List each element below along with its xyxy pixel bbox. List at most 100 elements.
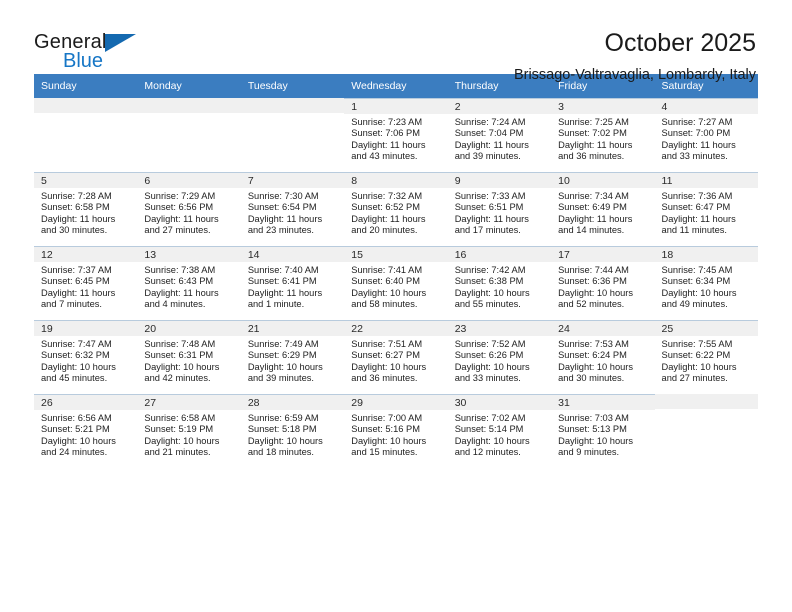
title-block: October 2025 Brissago-Valtravaglia, Lomb… (514, 28, 758, 84)
calendar-day-cell[interactable]: 3 Sunrise: 7:25 AM Sunset: 7:02 PM Daylight… (551, 98, 655, 172)
sunrise-text: Sunrise: 7:49 AM (247, 339, 319, 349)
logo-text-general: General (34, 31, 107, 53)
calendar-day-cell[interactable]: 19 Sunrise: 7:47 AM Sunset: 6:32 PM Dayligh… (34, 320, 138, 394)
daylight-text-line2: and 33 minutes. (454, 372, 521, 383)
daylight-text-line2: and 14 minutes. (558, 224, 625, 235)
daylight-text-line1: Daylight: 11 hours (558, 139, 633, 150)
calendar-day-cell[interactable]: 13 Sunrise: 7:38 AM Sunset: 6:43 PM Dayligh… (137, 246, 241, 320)
daylight-text-line2: and 58 minutes. (351, 298, 418, 309)
calendar-day-cell[interactable]: 15 Sunrise: 7:41 AM Sunset: 6:40 PM Dayligh… (344, 246, 448, 320)
general-blue-logo[interactable]: General Blue (34, 28, 154, 74)
daylight-text-line2: and 52 minutes. (558, 298, 625, 309)
calendar-day-cell[interactable]: 17 Sunrise: 7:44 AM Sunset: 6:36 PM Dayligh… (551, 246, 655, 320)
daylight-text-line2: and 20 minutes. (351, 224, 418, 235)
daylight-text-line2: and 11 minutes. (661, 224, 727, 235)
daylight-text-line2: and 36 minutes. (558, 150, 625, 161)
calendar-day-cell[interactable]: 12 Sunrise: 7:37 AM Sunset: 6:45 PM Dayligh… (34, 246, 138, 320)
day-number: 20 (137, 321, 241, 336)
daylight-text-line2: and 4 minutes. (144, 298, 206, 309)
day-number: 29 (344, 395, 448, 410)
sunset-text: Sunset: 6:29 PM (247, 350, 317, 361)
daylight-text-line1: Daylight: 10 hours (558, 361, 634, 372)
calendar-day-cell[interactable]: 25 Sunrise: 7:55 AM Sunset: 6:22 PM Dayligh… (654, 320, 758, 394)
day-number: 17 (551, 247, 655, 262)
sunrise-text: Sunrise: 7:44 AM (558, 265, 629, 275)
calendar-empty-cell (34, 98, 138, 172)
calendar-day-cell[interactable]: 22 Sunrise: 7:51 AM Sunset: 6:27 PM Dayligh… (344, 320, 448, 394)
day-details: Sunrise: 7:51 AM Sunset: 6:27 PM Daylight:… (344, 336, 447, 384)
day-number: 7 (240, 173, 345, 188)
calendar-day-cell[interactable]: 1 Sunrise: 7:23 AM Sunset: 7:06 PM Daylight… (344, 98, 448, 172)
calendar-day-cell[interactable]: 16 Sunrise: 7:42 AM Sunset: 6:38 PM Dayligh… (447, 246, 552, 320)
day-details: Sunrise: 7:32 AM Sunset: 6:52 PM Daylight:… (344, 188, 447, 236)
calendar-day-cell[interactable]: 26 Sunrise: 6:56 AM Sunset: 5:21 PM Dayligh… (34, 394, 138, 468)
daylight-text-line2: and 21 minutes. (144, 446, 211, 457)
calendar-day-cell[interactable]: 6 Sunrise: 7:29 AM Sunset: 6:56 PM Daylight… (137, 172, 241, 246)
sunset-text: Sunset: 6:51 PM (454, 202, 524, 213)
calendar-day-cell[interactable]: 8 Sunrise: 7:32 AM Sunset: 6:52 PM Daylight… (344, 172, 448, 246)
calendar-day-cell[interactable]: 5 Sunrise: 7:28 AM Sunset: 6:58 PM Daylight… (34, 172, 138, 246)
daylight-text-line2: and 39 minutes. (454, 150, 521, 161)
day-number (654, 394, 758, 409)
calendar-page: General Blue October 2025 Brissago-Valtr… (0, 0, 792, 612)
sunset-text: Sunset: 6:47 PM (661, 202, 731, 213)
calendar-day-cell[interactable]: 28 Sunrise: 6:59 AM Sunset: 5:18 PM Dayligh… (240, 394, 345, 468)
calendar-day-cell[interactable]: 20 Sunrise: 7:48 AM Sunset: 6:31 PM Dayligh… (137, 320, 241, 394)
day-details: Sunrise: 7:03 AM Sunset: 5:13 PM Daylight:… (551, 410, 654, 458)
calendar-day-cell[interactable]: 30 Sunrise: 7:02 AM Sunset: 5:14 PM Dayligh… (447, 394, 552, 468)
sunrise-text: Sunrise: 7:02 AM (454, 413, 526, 423)
day-number: 6 (137, 173, 241, 188)
calendar-day-cell[interactable]: 29 Sunrise: 7:00 AM Sunset: 5:16 PM Dayligh… (344, 394, 448, 468)
sunrise-text: Sunrise: 7:24 AM (454, 117, 526, 127)
daylight-text-line2: and 27 minutes. (661, 372, 728, 383)
day-number (240, 98, 345, 113)
daylight-text-line1: Daylight: 11 hours (247, 213, 323, 224)
daylight-text-line1: Daylight: 11 hours (454, 139, 529, 150)
day-details: Sunrise: 7:49 AM Sunset: 6:29 PM Daylight:… (241, 336, 344, 384)
calendar-day-cell[interactable]: 9 Sunrise: 7:33 AM Sunset: 6:51 PM Daylight… (447, 172, 552, 246)
sunset-text: Sunset: 6:22 PM (661, 350, 731, 361)
calendar-day-cell[interactable]: 31 Sunrise: 7:03 AM Sunset: 5:13 PM Dayligh… (551, 394, 655, 468)
calendar-week-row: 5 Sunrise: 7:28 AM Sunset: 6:58 PM Daylight… (34, 172, 758, 246)
daylight-text-line1: Daylight: 10 hours (144, 361, 220, 372)
sunrise-text: Sunrise: 7:38 AM (144, 265, 216, 275)
daylight-text-line2: and 43 minutes. (351, 150, 418, 161)
daylight-text-line1: Daylight: 11 hours (144, 213, 219, 224)
daylight-text-line1: Daylight: 11 hours (454, 213, 529, 224)
sunset-text: Sunset: 6:36 PM (558, 276, 627, 287)
calendar-day-cell[interactable]: 7 Sunrise: 7:30 AM Sunset: 6:54 PM Daylight… (240, 172, 345, 246)
sunset-text: Sunset: 7:06 PM (351, 128, 420, 139)
sunset-text: Sunset: 6:32 PM (41, 350, 110, 361)
calendar-day-cell[interactable]: 14 Sunrise: 7:40 AM Sunset: 6:41 PM Dayligh… (240, 246, 345, 320)
calendar-day-cell[interactable]: 11 Sunrise: 7:36 AM Sunset: 6:47 PM Dayligh… (654, 172, 758, 246)
sunrise-text: Sunrise: 7:23 AM (351, 117, 423, 127)
day-details: Sunrise: 7:33 AM Sunset: 6:51 PM Daylight:… (448, 188, 551, 236)
day-details: Sunrise: 7:42 AM Sunset: 6:38 PM Daylight:… (448, 262, 551, 310)
calendar-empty-cell (654, 394, 758, 468)
calendar-day-cell[interactable]: 21 Sunrise: 7:49 AM Sunset: 6:29 PM Dayligh… (240, 320, 345, 394)
daylight-text-line1: Daylight: 10 hours (454, 435, 530, 446)
day-number: 8 (344, 173, 448, 188)
sunset-text: Sunset: 5:13 PM (558, 424, 627, 435)
calendar-day-cell[interactable]: 23 Sunrise: 7:52 AM Sunset: 6:26 PM Dayligh… (447, 320, 552, 394)
sunset-text: Sunset: 5:19 PM (144, 424, 214, 435)
day-number: 26 (34, 395, 138, 410)
calendar-day-cell[interactable]: 10 Sunrise: 7:34 AM Sunset: 6:49 PM Dayligh… (551, 172, 655, 246)
sunset-text: Sunset: 6:54 PM (247, 202, 317, 213)
sunrise-text: Sunrise: 7:32 AM (351, 191, 423, 201)
calendar-day-cell[interactable]: 2 Sunrise: 7:24 AM Sunset: 7:04 PM Daylight… (447, 98, 552, 172)
sunrise-text: Sunrise: 7:33 AM (454, 191, 526, 201)
calendar-day-cell[interactable]: 27 Sunrise: 6:58 AM Sunset: 5:19 PM Dayligh… (137, 394, 241, 468)
calendar-week-row: 26 Sunrise: 6:56 AM Sunset: 5:21 PM Dayligh… (34, 394, 758, 468)
daylight-text-line2: and 30 minutes. (41, 224, 108, 235)
calendar-day-cell[interactable]: 18 Sunrise: 7:45 AM Sunset: 6:34 PM Dayligh… (654, 246, 758, 320)
sunrise-text: Sunrise: 7:36 AM (661, 191, 733, 201)
day-number: 2 (447, 99, 552, 114)
day-number: 31 (551, 395, 655, 410)
daylight-text-line2: and 24 minutes. (41, 446, 108, 457)
day-details: Sunrise: 7:34 AM Sunset: 6:49 PM Daylight:… (551, 188, 654, 236)
calendar-day-cell[interactable]: 4 Sunrise: 7:27 AM Sunset: 7:00 PM Daylight… (654, 98, 758, 172)
daylight-text-line1: Daylight: 11 hours (351, 213, 426, 224)
calendar-day-cell[interactable]: 24 Sunrise: 7:53 AM Sunset: 6:24 PM Dayligh… (551, 320, 655, 394)
day-number: 24 (551, 321, 655, 336)
